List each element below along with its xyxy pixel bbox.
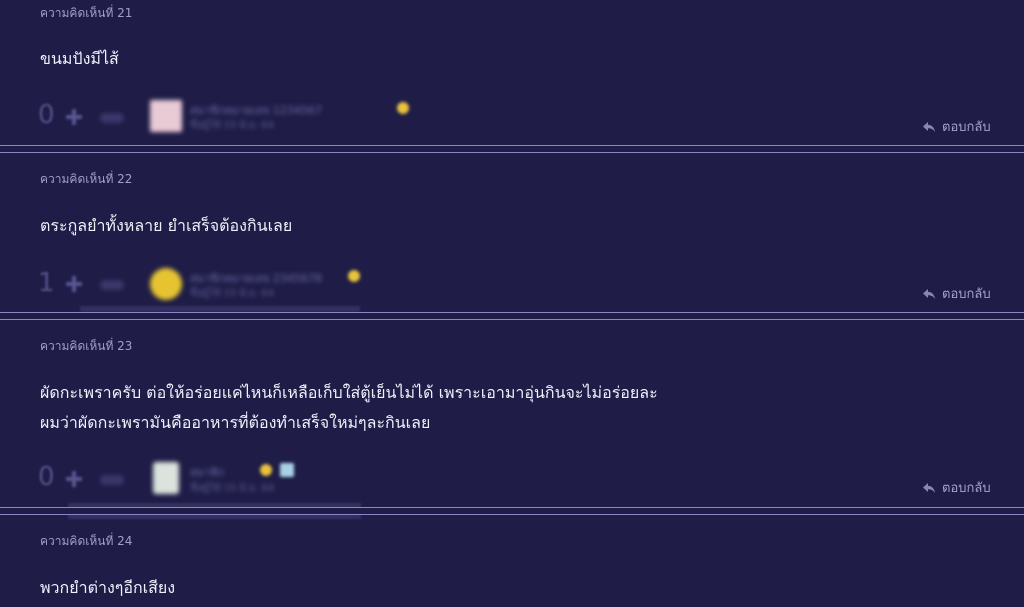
comment-text-line: พวกยำต่างๆอีกเสียง (40, 578, 176, 597)
comment-text-line: ตระกูลยำทั้งหลาย ยำเสร็จต้องกินเลย (40, 216, 293, 235)
reply-arrow-icon (923, 288, 935, 299)
vote-count: 0 (38, 462, 55, 492)
user-meta: ชื่อผู้ใช้ 15 มิ.ย. 64 (190, 288, 275, 299)
comment-text-line: ผัดกะเพราครับ ต่อให้อร่อยแค่ไหนก็เหลือเก… (40, 383, 658, 402)
badge-icon (280, 463, 294, 477)
comment-divider (0, 312, 1024, 320)
user-name[interactable]: สมาชิกหมายเลข 2345678 (190, 269, 322, 287)
user-name[interactable]: สมาชิก (190, 463, 224, 481)
plus-icon[interactable] (66, 471, 82, 487)
reply-button[interactable]: ตอบกลับ (922, 477, 991, 498)
reply-arrow-icon (923, 482, 935, 493)
reply-label: ตอบกลับ (942, 481, 991, 496)
star-badge-icon (260, 464, 272, 476)
star-badge-icon (348, 270, 360, 282)
user-name[interactable]: สมาชิกหมายเลข 1234567 (190, 101, 322, 119)
user-meta: ชื่อผู้ใช้ 15 มิ.ย. 64 (190, 483, 275, 494)
comment-text: พวกยำต่างๆอีกเสียง (40, 573, 175, 603)
plus-icon[interactable] (66, 109, 82, 125)
reply-label: ตอบกลับ (942, 120, 991, 135)
comment-number: ความคิดเห็นที่ 21 (40, 6, 133, 20)
avatar[interactable] (150, 268, 182, 300)
vote-count: 1 (38, 268, 55, 298)
comment-text: ตระกูลยำทั้งหลาย ยำเสร็จต้องกินเลย (40, 211, 292, 241)
comment-text-line: ขนมปังมีไส้ (40, 49, 119, 68)
plus-icon[interactable] (66, 276, 82, 292)
comment-number: ความคิดเห็นที่ 22 (40, 172, 133, 186)
comment-21: ความคิดเห็นที่ 21 ขนมปังมีไส้ 0 สมาชิกหม… (0, 0, 1024, 145)
comment-text: ผัดกะเพราครับ ต่อให้อร่อยแค่ไหนก็เหลือเก… (40, 378, 658, 438)
comment-text-line: ผมว่าผัดกะเพรามันคืออาหารที่ต้องทำเสร็จใ… (40, 413, 431, 432)
comment-number: ความคิดเห็นที่ 24 (40, 534, 133, 548)
comment-divider (0, 507, 1024, 515)
reply-arrow-icon (923, 121, 935, 132)
comment-24: ความคิดเห็นที่ 24 พวกยำต่างๆอีกเสียง (0, 515, 1024, 607)
emote-icon[interactable] (100, 280, 124, 290)
avatar[interactable] (150, 100, 182, 132)
vote-count: 0 (38, 100, 55, 130)
avatar[interactable] (153, 462, 179, 494)
reply-button[interactable]: ตอบกลับ (922, 283, 991, 304)
comment-divider (0, 145, 1024, 153)
reply-label: ตอบกลับ (942, 287, 991, 302)
comment-22: ความคิดเห็นที่ 22 ตระกูลยำทั้งหลาย ยำเสร… (0, 153, 1024, 312)
comment-23: ความคิดเห็นที่ 23 ผัดกะเพราครับ ต่อให้อร… (0, 320, 1024, 519)
star-badge-icon (397, 102, 409, 114)
emote-icon[interactable] (100, 113, 124, 123)
user-meta: ชื่อผู้ใช้ 15 มิ.ย. 64 (190, 120, 275, 131)
comment-number: ความคิดเห็นที่ 23 (40, 339, 133, 353)
emote-icon[interactable] (100, 475, 124, 485)
reply-button[interactable]: ตอบกลับ (922, 116, 991, 137)
comment-text: ขนมปังมีไส้ (40, 44, 119, 74)
